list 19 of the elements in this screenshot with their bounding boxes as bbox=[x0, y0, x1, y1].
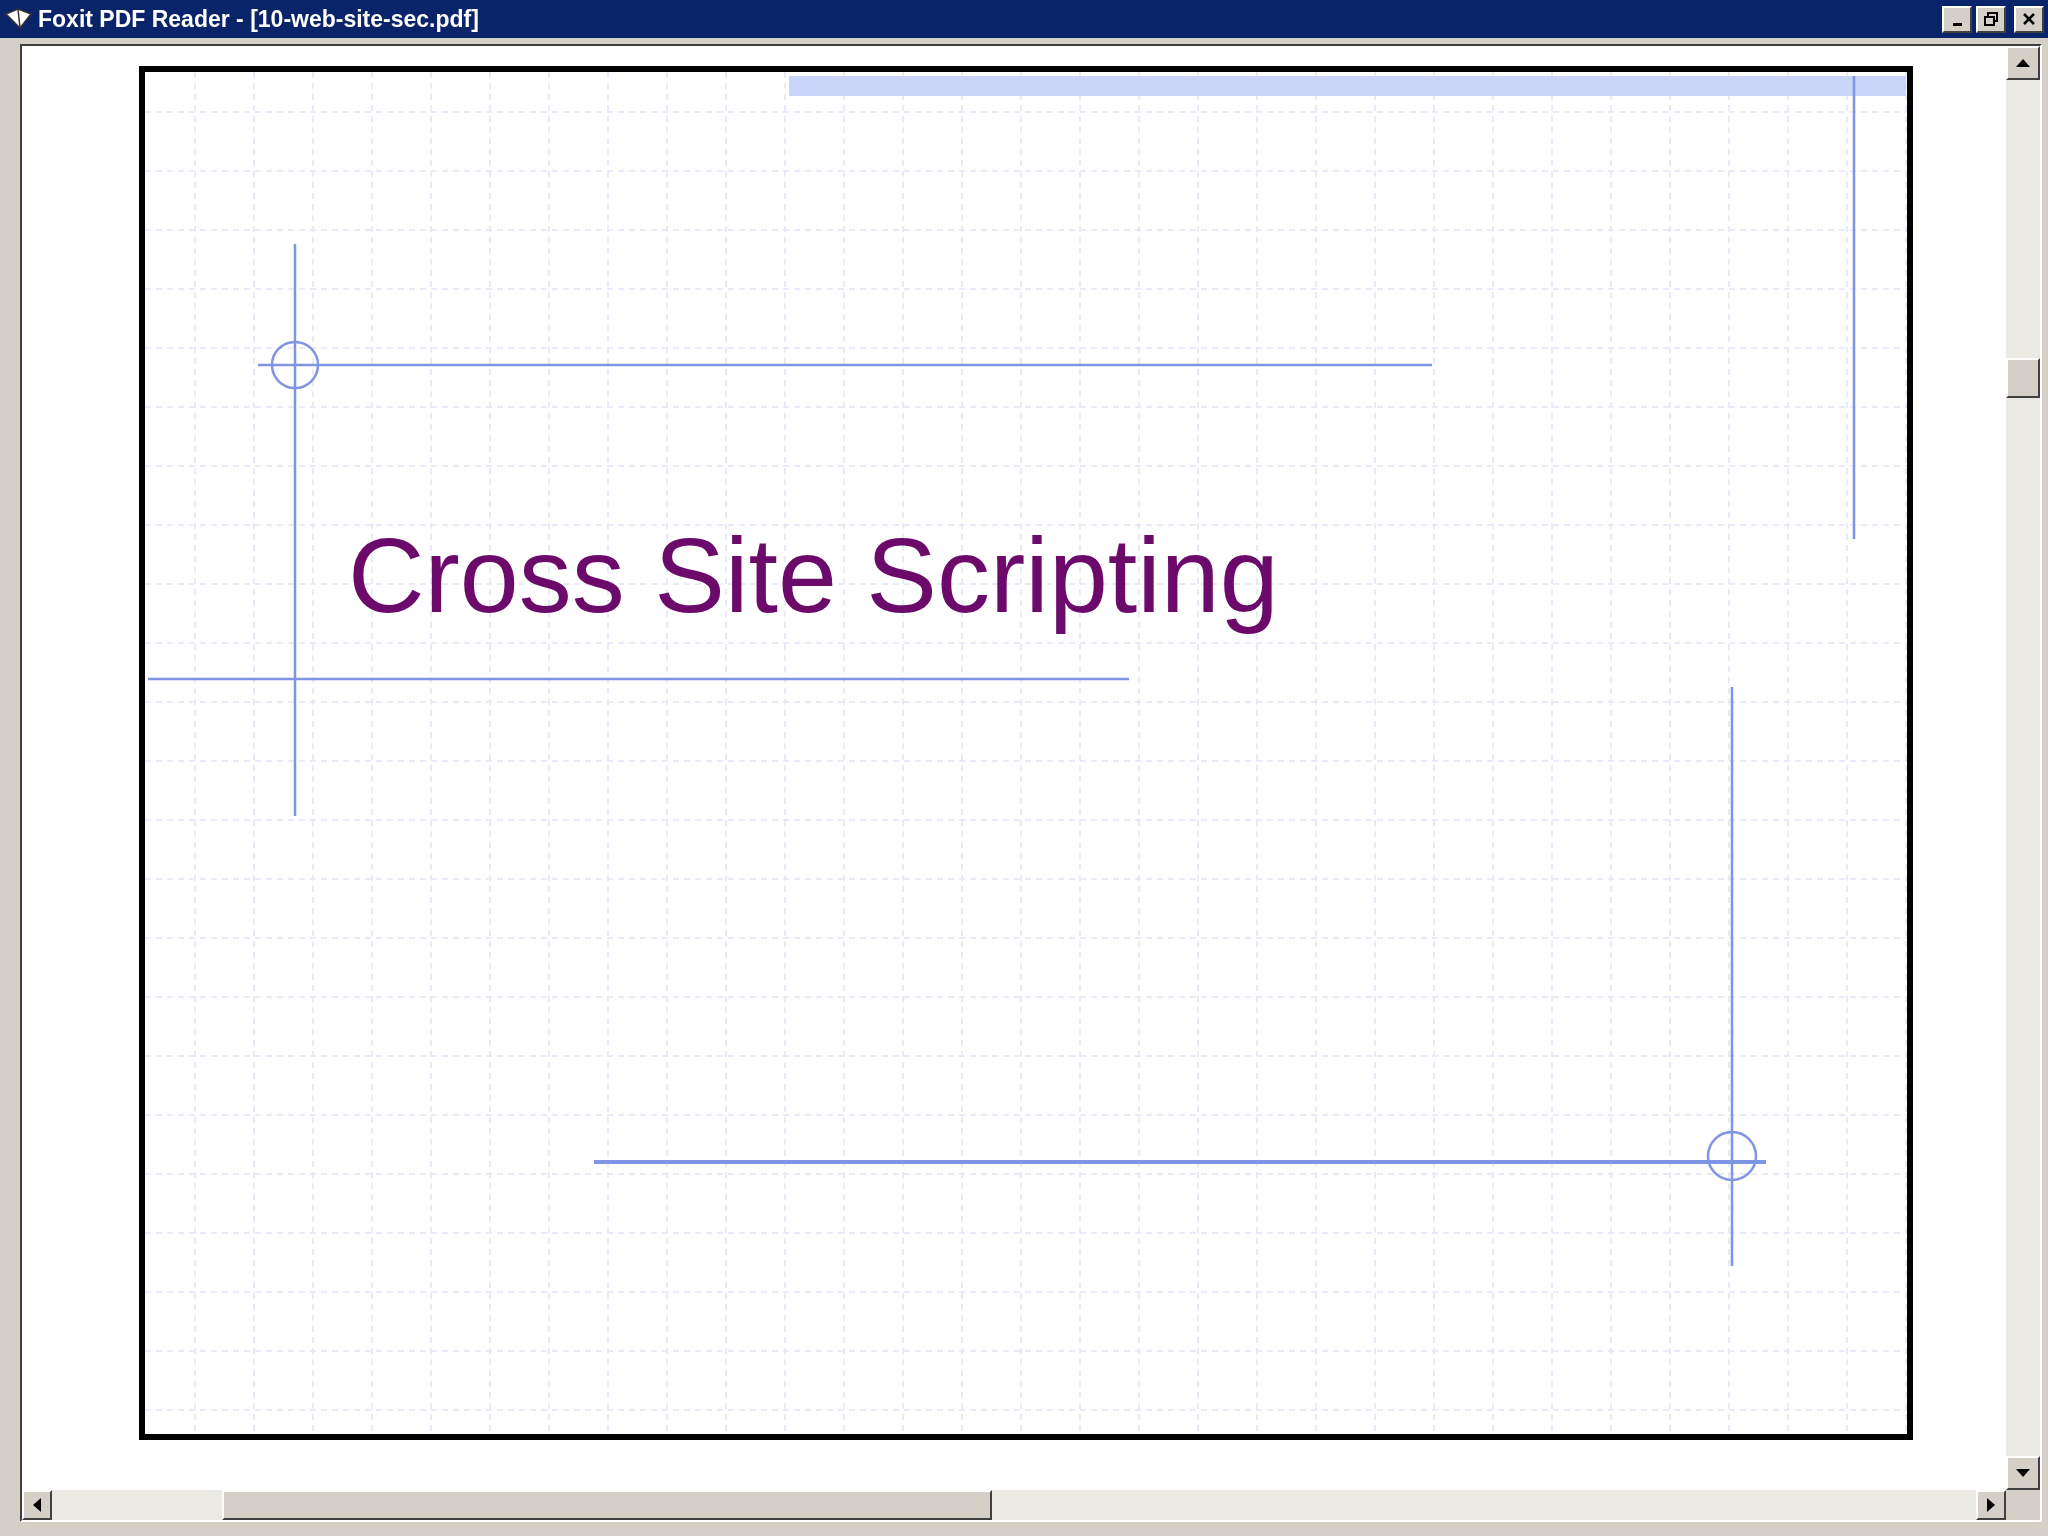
window-title: Foxit PDF Reader - [10-web-site-sec.pdf] bbox=[38, 4, 479, 34]
left-arrow-icon bbox=[33, 1498, 41, 1512]
scroll-thumb[interactable] bbox=[222, 1490, 992, 1520]
slide-title: Cross Site Scripting bbox=[348, 516, 1279, 634]
minimize-icon bbox=[1952, 22, 1962, 26]
scroll-up-button[interactable] bbox=[2006, 46, 2040, 80]
scroll-thumb[interactable] bbox=[2006, 358, 2040, 398]
scroll-right-button[interactable] bbox=[1976, 1490, 2006, 1520]
right-arrow-icon bbox=[1987, 1498, 1995, 1512]
restore-button[interactable] bbox=[1976, 5, 2006, 33]
minimize-button[interactable] bbox=[1942, 5, 1972, 33]
restore-icon bbox=[1983, 11, 1999, 27]
scroll-left-button[interactable] bbox=[22, 1490, 52, 1520]
down-arrow-icon bbox=[2016, 1469, 2030, 1477]
book-icon bbox=[4, 6, 34, 32]
close-icon bbox=[2022, 12, 2036, 26]
scroll-down-button[interactable] bbox=[2006, 1456, 2040, 1490]
close-button[interactable] bbox=[2014, 5, 2044, 33]
up-arrow-icon bbox=[2016, 59, 2030, 67]
